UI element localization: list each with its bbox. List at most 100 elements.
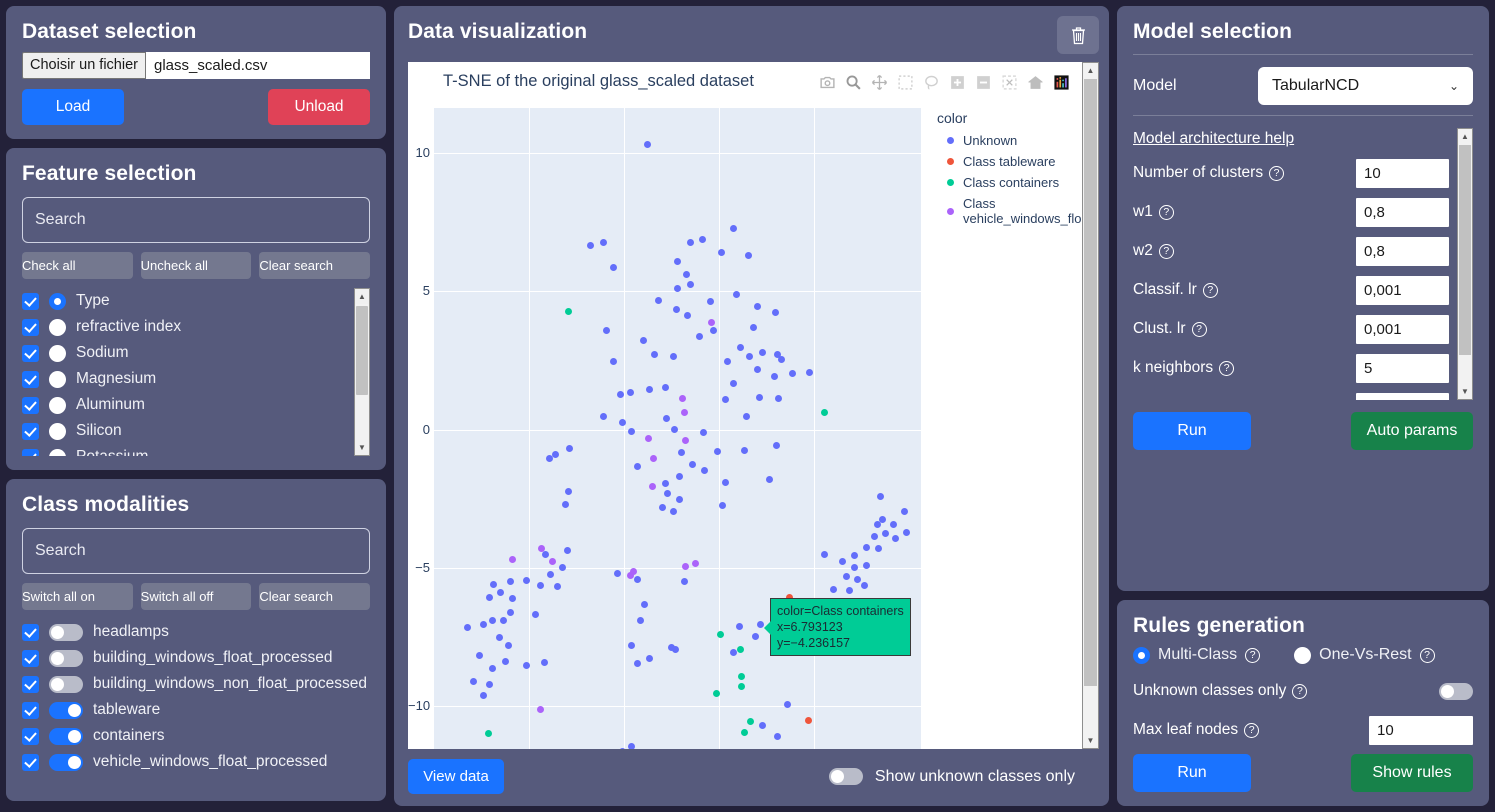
scatter-point[interactable]: [644, 141, 651, 148]
viz-scroll-down-icon[interactable]: ▼: [1083, 733, 1098, 748]
scatter-point[interactable]: [668, 644, 675, 651]
scatter-point[interactable]: [664, 490, 671, 497]
scatter-point[interactable]: [773, 442, 780, 449]
scatter-point[interactable]: [552, 451, 559, 458]
scatter-point[interactable]: [628, 642, 635, 649]
feature-row[interactable]: Aluminum: [22, 392, 348, 418]
scatter-point[interactable]: [651, 351, 658, 358]
scatter-point[interactable]: [863, 562, 870, 569]
scatter-point[interactable]: [681, 409, 688, 416]
modality-toggle[interactable]: [49, 727, 83, 745]
scatter-point[interactable]: [565, 488, 572, 495]
scatter-point[interactable]: [683, 271, 690, 278]
zoom-icon[interactable]: [845, 74, 862, 91]
param-input[interactable]: [1356, 236, 1449, 266]
scatter-point[interactable]: [737, 646, 744, 653]
modality-row[interactable]: vehicle_windows_float_processed: [22, 749, 348, 775]
scatter-point[interactable]: [659, 504, 666, 511]
scroll-up-icon[interactable]: ▲: [355, 289, 369, 304]
scatter-point[interactable]: [637, 617, 644, 624]
model-select[interactable]: TabularNCD ⌄: [1258, 67, 1473, 105]
scatter-point[interactable]: [843, 573, 850, 580]
scatter-point[interactable]: [733, 291, 740, 298]
scatter-point[interactable]: [486, 681, 493, 688]
scatter-point[interactable]: [741, 447, 748, 454]
scatter-point[interactable]: [830, 586, 837, 593]
modality-row[interactable]: tableware: [22, 697, 348, 723]
scatter-point[interactable]: [701, 467, 708, 474]
check-all-button[interactable]: Check all: [22, 252, 133, 279]
scatter-point[interactable]: [730, 225, 737, 232]
scatter-point[interactable]: [679, 395, 686, 402]
scatter-point[interactable]: [650, 455, 657, 462]
scrollbar-thumb[interactable]: [356, 306, 368, 395]
modality-toggle[interactable]: [49, 701, 83, 719]
scatter-point[interactable]: [710, 327, 717, 334]
scatter-point[interactable]: [674, 285, 681, 292]
param-input[interactable]: [1356, 158, 1449, 188]
one-vs-rest-option[interactable]: One-Vs-Rest ?: [1294, 646, 1435, 664]
model-run-button[interactable]: Run: [1133, 412, 1251, 450]
pan-icon[interactable]: [871, 74, 888, 91]
feature-checkbox[interactable]: [22, 318, 39, 336]
choose-file-button[interactable]: Choisir un fichier: [22, 52, 146, 79]
scatter-point[interactable]: [851, 564, 858, 571]
scatter-point[interactable]: [754, 303, 761, 310]
switch-all-on-button[interactable]: Switch all on: [22, 583, 133, 610]
scatter-point[interactable]: [627, 389, 634, 396]
scatter-point[interactable]: [547, 571, 554, 578]
scatter-point[interactable]: [839, 558, 846, 565]
uncheck-all-button[interactable]: Uncheck all: [140, 252, 252, 279]
scatter-point[interactable]: [523, 577, 530, 584]
params-scrollbar-thumb[interactable]: [1459, 145, 1471, 355]
reset-axes-icon[interactable]: [1027, 74, 1044, 91]
legend-item[interactable]: Class vehicle_windows_float_processed: [937, 196, 1082, 226]
modality-checkbox[interactable]: [22, 649, 39, 667]
scatter-point[interactable]: [464, 624, 471, 631]
scatter-point[interactable]: [670, 508, 677, 515]
scatter-point[interactable]: [663, 415, 670, 422]
scatter-point[interactable]: [682, 437, 689, 444]
scroll-down-icon[interactable]: ▼: [355, 440, 369, 455]
param-help-icon[interactable]: ?: [1194, 399, 1210, 400]
scatter-point[interactable]: [747, 718, 754, 725]
view-data-button[interactable]: View data: [408, 759, 504, 794]
scatter-point[interactable]: [628, 743, 635, 749]
scatter-point[interactable]: [676, 496, 683, 503]
plotly-chart[interactable]: T-SNE of the original glass_scaled datas…: [408, 62, 1082, 749]
modality-checkbox[interactable]: [22, 675, 39, 693]
modality-toggle[interactable]: [49, 753, 83, 771]
scatter-point[interactable]: [634, 660, 641, 667]
scatter-point[interactable]: [610, 358, 617, 365]
scatter-point[interactable]: [789, 370, 796, 377]
scatter-point[interactable]: [566, 445, 573, 452]
scatter-point[interactable]: [603, 327, 610, 334]
scatter-point[interactable]: [806, 369, 813, 376]
modality-checkbox[interactable]: [22, 753, 39, 771]
scatter-point[interactable]: [737, 344, 744, 351]
scatter-point[interactable]: [743, 413, 750, 420]
scatter-point[interactable]: [752, 633, 759, 640]
viz-scrollbar-thumb[interactable]: [1084, 79, 1097, 686]
feature-row[interactable]: Potassium: [22, 444, 348, 456]
scatter-point[interactable]: [738, 673, 745, 680]
modality-search-input[interactable]: [22, 528, 370, 574]
scatter-point[interactable]: [496, 634, 503, 641]
auto-params-button[interactable]: Auto params: [1351, 412, 1473, 450]
scatter-point[interactable]: [549, 558, 556, 565]
scatter-point[interactable]: [489, 617, 496, 624]
param-input[interactable]: [1356, 392, 1449, 400]
scatter-point[interactable]: [821, 551, 828, 558]
scatter-point[interactable]: [507, 578, 514, 585]
scatter-point[interactable]: [745, 252, 752, 259]
scatter-point[interactable]: [746, 353, 753, 360]
scatter-point[interactable]: [628, 428, 635, 435]
autoscale-icon[interactable]: [1001, 74, 1018, 91]
scatter-point[interactable]: [676, 473, 683, 480]
scatter-point[interactable]: [863, 544, 870, 551]
modality-checkbox[interactable]: [22, 623, 39, 641]
modality-row[interactable]: containers: [22, 723, 348, 749]
scatter-point[interactable]: [736, 623, 743, 630]
scatter-point[interactable]: [687, 239, 694, 246]
scatter-point[interactable]: [719, 502, 726, 509]
